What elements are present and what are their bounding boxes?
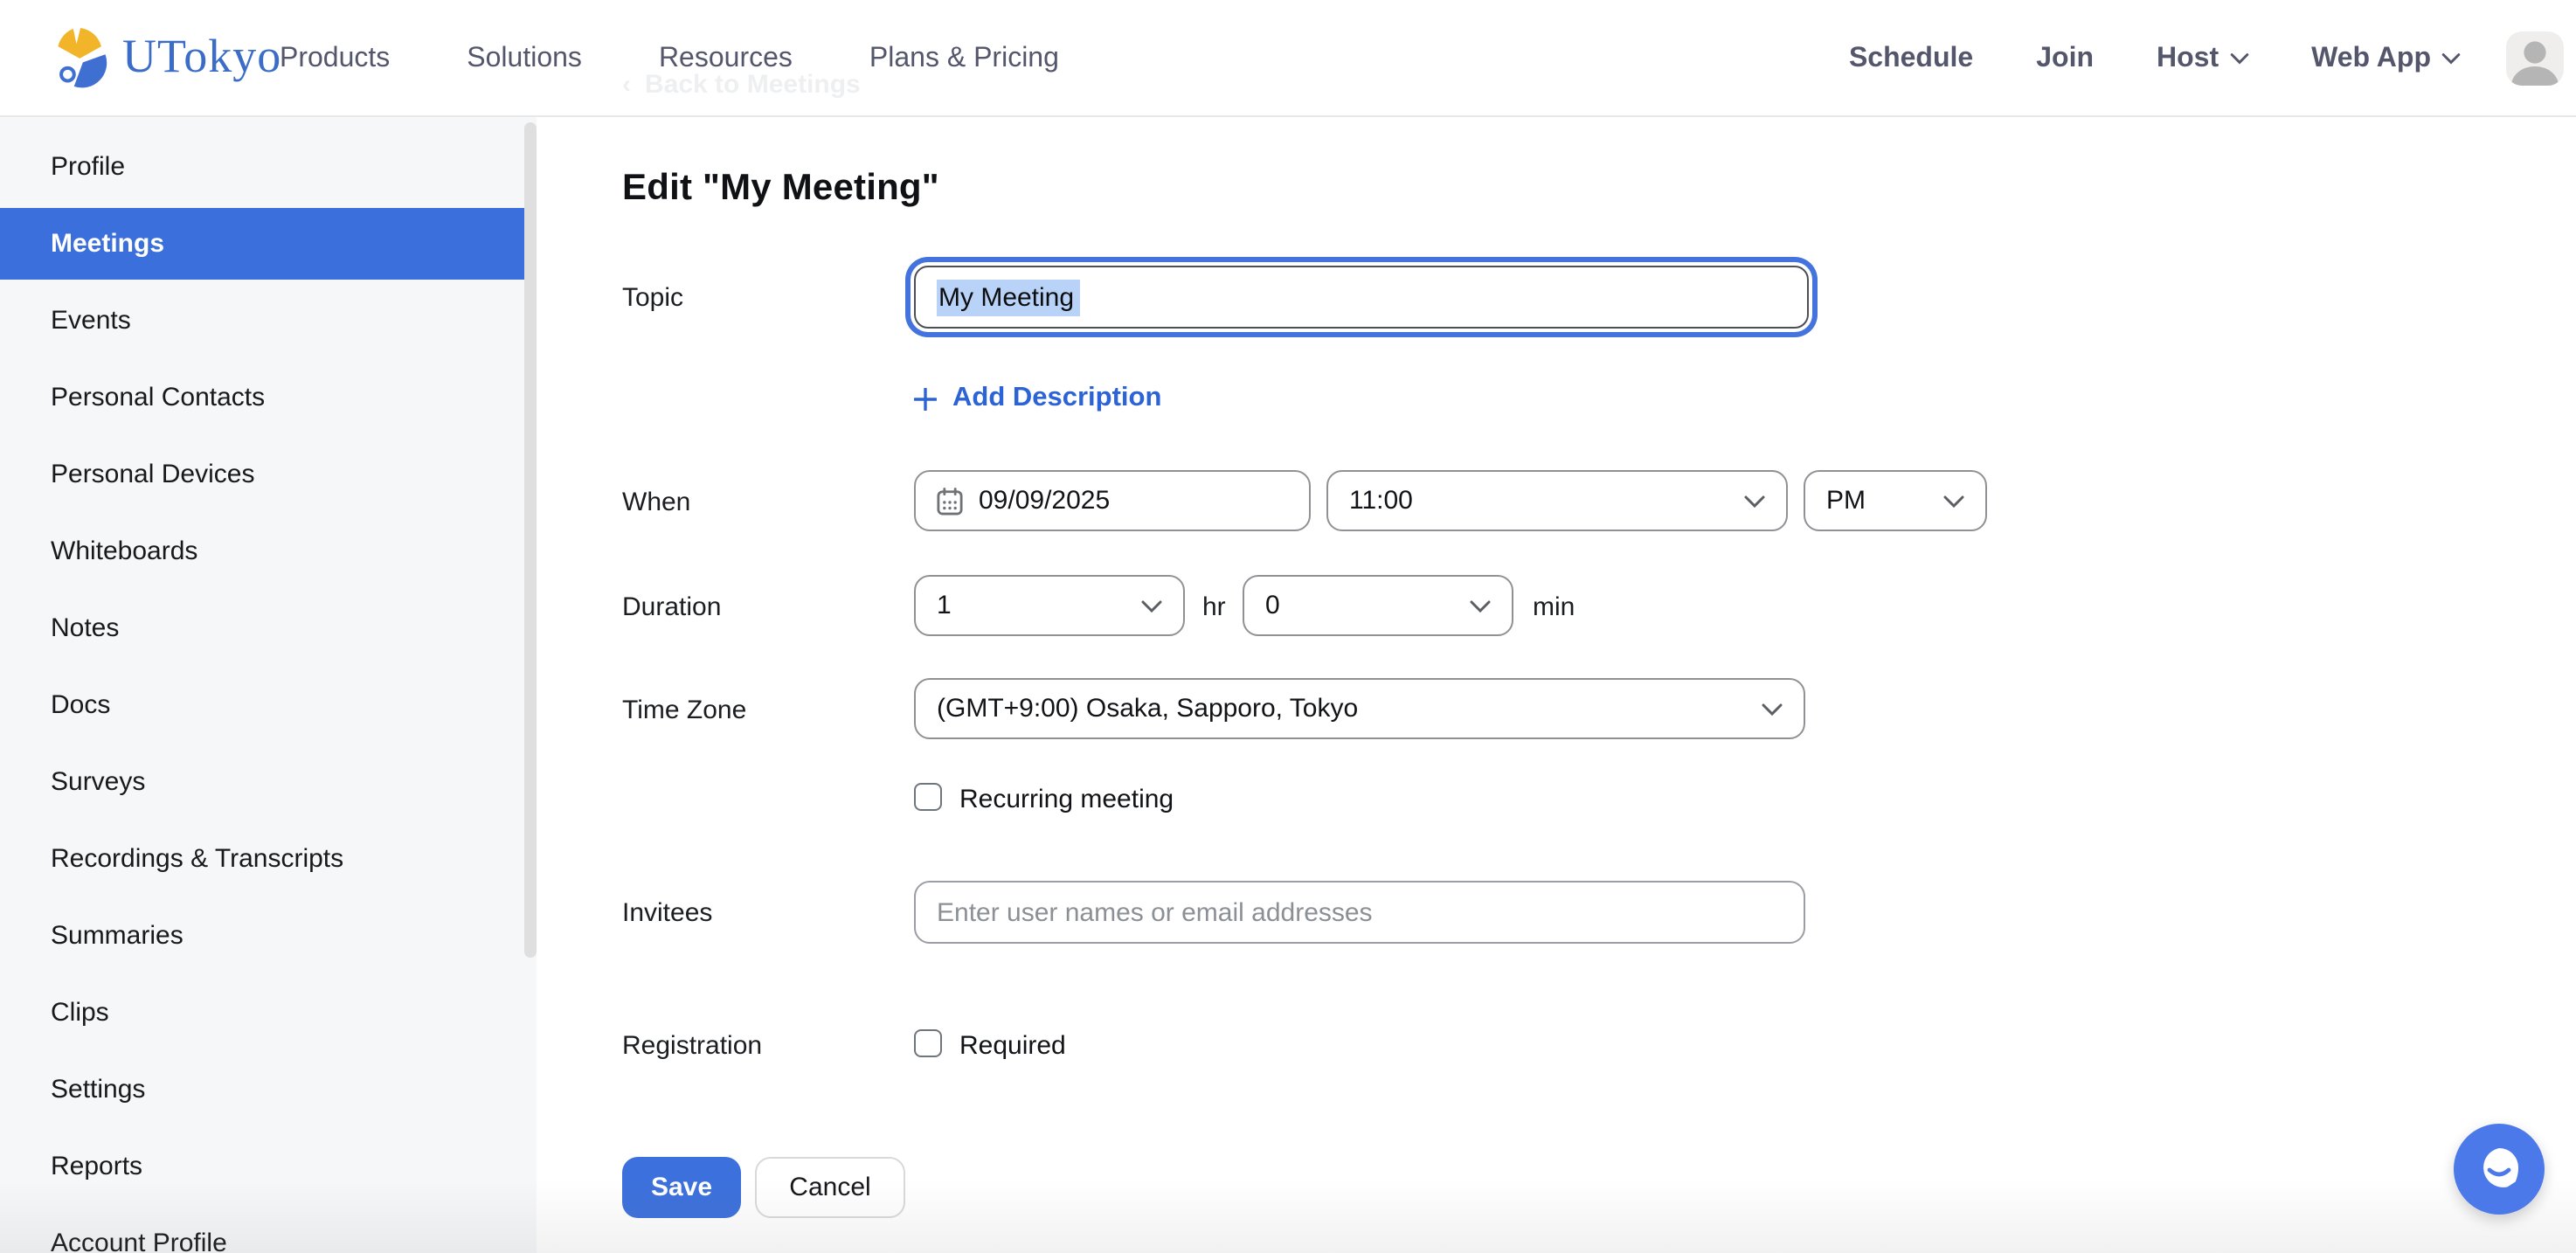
duration-minutes-select[interactable]: 0: [1243, 575, 1513, 636]
sidebar-item-personal-devices[interactable]: Personal Devices: [0, 439, 524, 510]
timezone-select[interactable]: (GMT+9:00) Osaka, Sapporo, Tokyo: [914, 678, 1805, 739]
add-description-label: Add Description: [952, 383, 1161, 414]
person-icon: [2506, 31, 2564, 86]
chevron-down-icon: [1141, 599, 1162, 613]
support-chat-button[interactable]: [2454, 1124, 2545, 1215]
when-label: When: [622, 488, 690, 517]
topic-input-value: My Meeting: [937, 279, 1079, 315]
sidebar-scrollbar-thumb[interactable]: [524, 122, 537, 958]
duration-hours-value: 1: [937, 591, 952, 620]
invitees-placeholder: Enter user names or email addresses: [937, 897, 1373, 927]
sidebar-item-events[interactable]: Events: [0, 285, 524, 357]
nav-resources[interactable]: Resources: [659, 43, 793, 74]
topic-input[interactable]: My Meeting: [914, 266, 1809, 329]
topic-label: Topic: [622, 283, 683, 313]
nav-schedule[interactable]: Schedule: [1849, 43, 1973, 74]
date-value: 09/09/2025: [979, 486, 1110, 516]
save-button[interactable]: Save: [622, 1157, 741, 1218]
meridiem-value: PM: [1826, 486, 1866, 516]
ginkgo-leaf-icon: [52, 24, 110, 89]
primary-nav: Products Solutions Resources Plans & Pri…: [280, 0, 1059, 117]
registration-required-checkbox[interactable]: [914, 1029, 942, 1057]
chevron-down-icon: [2441, 52, 2461, 65]
sidebar-item-surveys[interactable]: Surveys: [0, 746, 524, 818]
calendar-icon: [937, 487, 963, 515]
duration-minutes-value: 0: [1265, 591, 1280, 620]
edit-meeting-panel: Edit "My Meeting" Topic My Meeting Add D…: [537, 0, 2576, 1253]
add-description-button[interactable]: Add Description: [914, 383, 1161, 414]
hours-unit-label: hr: [1202, 592, 1226, 622]
chat-bubble-smiley-icon: [2473, 1143, 2525, 1195]
top-nav-bar: ‹ Back to Meetings UTokyo Products Solut…: [0, 0, 2576, 117]
sidebar-item-whiteboards[interactable]: Whiteboards: [0, 516, 524, 587]
nav-plans-pricing[interactable]: Plans & Pricing: [869, 43, 1059, 74]
chevron-down-icon: [1470, 599, 1491, 613]
timezone-label: Time Zone: [622, 696, 746, 725]
secondary-nav: Schedule Join Host Web App: [1849, 0, 2461, 117]
nav-join[interactable]: Join: [2036, 43, 2094, 74]
date-picker-field[interactable]: 09/09/2025: [914, 470, 1311, 531]
recurring-meeting-label: Recurring meeting: [959, 785, 1174, 814]
settings-sidebar: Profile Meetings Events Personal Contact…: [0, 117, 537, 1253]
cancel-button[interactable]: Cancel: [755, 1157, 905, 1218]
utokyo-logo[interactable]: UTokyo: [52, 24, 281, 89]
plus-icon: [914, 387, 937, 410]
nav-webapp-label: Web App: [2311, 43, 2431, 74]
duration-label: Duration: [622, 592, 721, 622]
sidebar-item-profile[interactable]: Profile: [0, 131, 524, 203]
timezone-value: (GMT+9:00) Osaka, Sapporo, Tokyo: [937, 694, 1358, 723]
sidebar-item-personal-contacts[interactable]: Personal Contacts: [0, 362, 524, 433]
page-title: Edit "My Meeting": [622, 168, 939, 210]
nav-host-dropdown[interactable]: Host: [2157, 43, 2248, 74]
duration-hours-select[interactable]: 1: [914, 575, 1185, 636]
sidebar-item-notes[interactable]: Notes: [0, 592, 524, 664]
user-avatar[interactable]: [2506, 31, 2564, 86]
registration-label: Registration: [622, 1031, 762, 1061]
sidebar-item-meetings[interactable]: Meetings: [0, 208, 524, 280]
chevron-down-icon: [2229, 52, 2248, 65]
nav-solutions[interactable]: Solutions: [467, 43, 582, 74]
time-select[interactable]: 11:00: [1326, 470, 1788, 531]
logo-text: UTokyo: [122, 30, 281, 84]
sidebar-item-summaries[interactable]: Summaries: [0, 900, 524, 972]
sidebar-item-account-profile[interactable]: Account Profile: [0, 1208, 524, 1253]
chevron-down-icon: [1744, 494, 1765, 508]
nav-products[interactable]: Products: [280, 43, 390, 74]
time-value: 11:00: [1349, 486, 1413, 516]
chevron-down-icon: [1943, 494, 1964, 508]
registration-required-label: Required: [959, 1031, 1066, 1061]
nav-webapp-dropdown[interactable]: Web App: [2311, 43, 2461, 74]
sidebar-menu: Profile Meetings Events Personal Contact…: [0, 117, 537, 1253]
recurring-meeting-checkbox[interactable]: [914, 783, 942, 811]
nav-host-label: Host: [2157, 43, 2219, 74]
sidebar-item-recordings-transcripts[interactable]: Recordings & Transcripts: [0, 823, 524, 895]
chevron-down-icon: [1762, 702, 1783, 716]
meridiem-select[interactable]: PM: [1804, 470, 1987, 531]
invitees-label: Invitees: [622, 898, 712, 928]
sidebar-item-reports[interactable]: Reports: [0, 1131, 524, 1202]
minutes-unit-label: min: [1533, 592, 1575, 622]
page: ‹ Back to Meetings UTokyo Products Solut…: [0, 0, 2576, 1253]
sidebar-item-docs[interactable]: Docs: [0, 669, 524, 741]
sidebar-item-settings[interactable]: Settings: [0, 1054, 524, 1125]
sidebar-item-clips[interactable]: Clips: [0, 977, 524, 1049]
invitees-input[interactable]: Enter user names or email addresses: [914, 881, 1805, 944]
